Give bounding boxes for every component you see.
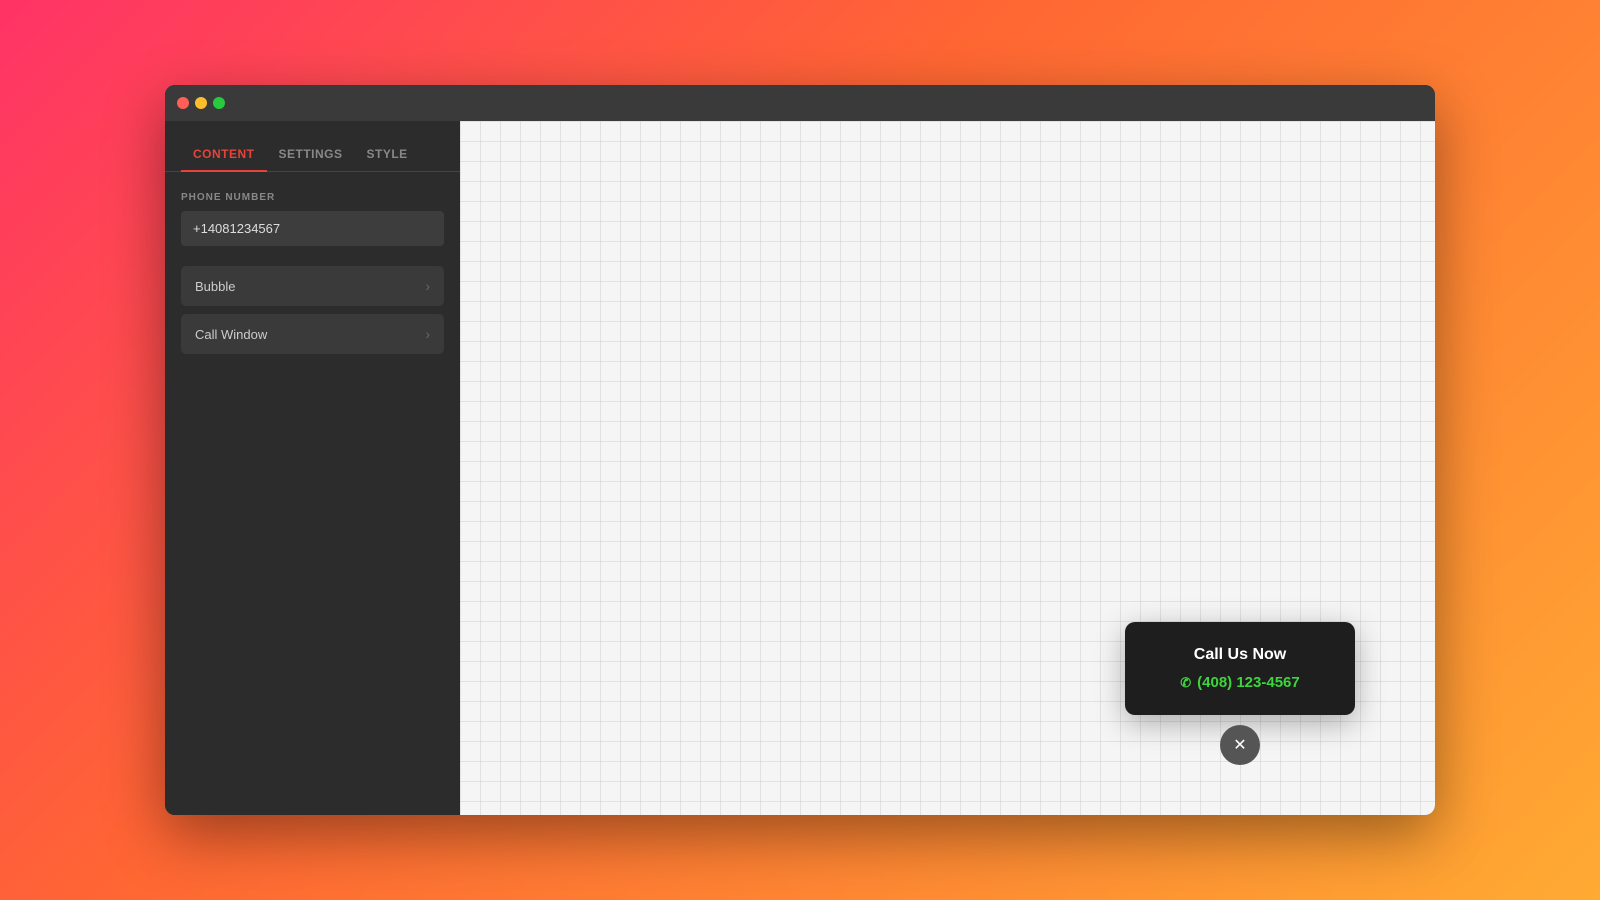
call-window-phone-number: (408) 123-4567	[1197, 674, 1300, 691]
preview-area: Call Us Now ✆ (408) 123-4567 ✕	[460, 121, 1435, 815]
traffic-lights	[177, 97, 225, 109]
minimize-button[interactable]	[195, 97, 207, 109]
call-window-chevron-icon: ›	[425, 326, 430, 342]
close-icon: ✕	[1233, 735, 1246, 755]
tab-style[interactable]: STYLE	[355, 137, 420, 171]
sidebar-content: PHONE NUMBER Bubble › Call Window ›	[165, 172, 460, 815]
call-window-card-title: Call Us Now	[1157, 646, 1323, 664]
close-widget-button[interactable]: ✕	[1220, 725, 1260, 765]
close-button[interactable]	[177, 97, 189, 109]
sidebar: CONTENT SETTINGS STYLE PHONE NUMBER Bubb…	[165, 121, 460, 815]
fullscreen-button[interactable]	[213, 97, 225, 109]
window-body: CONTENT SETTINGS STYLE PHONE NUMBER Bubb…	[165, 121, 1435, 815]
phone-number-label: PHONE NUMBER	[181, 192, 444, 203]
bubble-chevron-icon: ›	[425, 278, 430, 294]
bubble-label: Bubble	[195, 279, 235, 294]
phone-number-input[interactable]	[181, 211, 444, 246]
title-bar	[165, 85, 1435, 121]
call-window-list-item[interactable]: Call Window ›	[181, 314, 444, 354]
call-window-card: Call Us Now ✆ (408) 123-4567	[1125, 622, 1355, 715]
app-window: CONTENT SETTINGS STYLE PHONE NUMBER Bubb…	[165, 85, 1435, 815]
tabs-bar: CONTENT SETTINGS STYLE	[165, 121, 460, 172]
call-widget: Call Us Now ✆ (408) 123-4567 ✕	[1125, 622, 1355, 765]
call-window-phone[interactable]: ✆ (408) 123-4567	[1157, 674, 1323, 691]
tab-settings[interactable]: SETTINGS	[267, 137, 355, 171]
phone-icon: ✆	[1180, 675, 1191, 691]
tab-content[interactable]: CONTENT	[181, 137, 267, 171]
call-window-label: Call Window	[195, 327, 267, 342]
bubble-list-item[interactable]: Bubble ›	[181, 266, 444, 306]
